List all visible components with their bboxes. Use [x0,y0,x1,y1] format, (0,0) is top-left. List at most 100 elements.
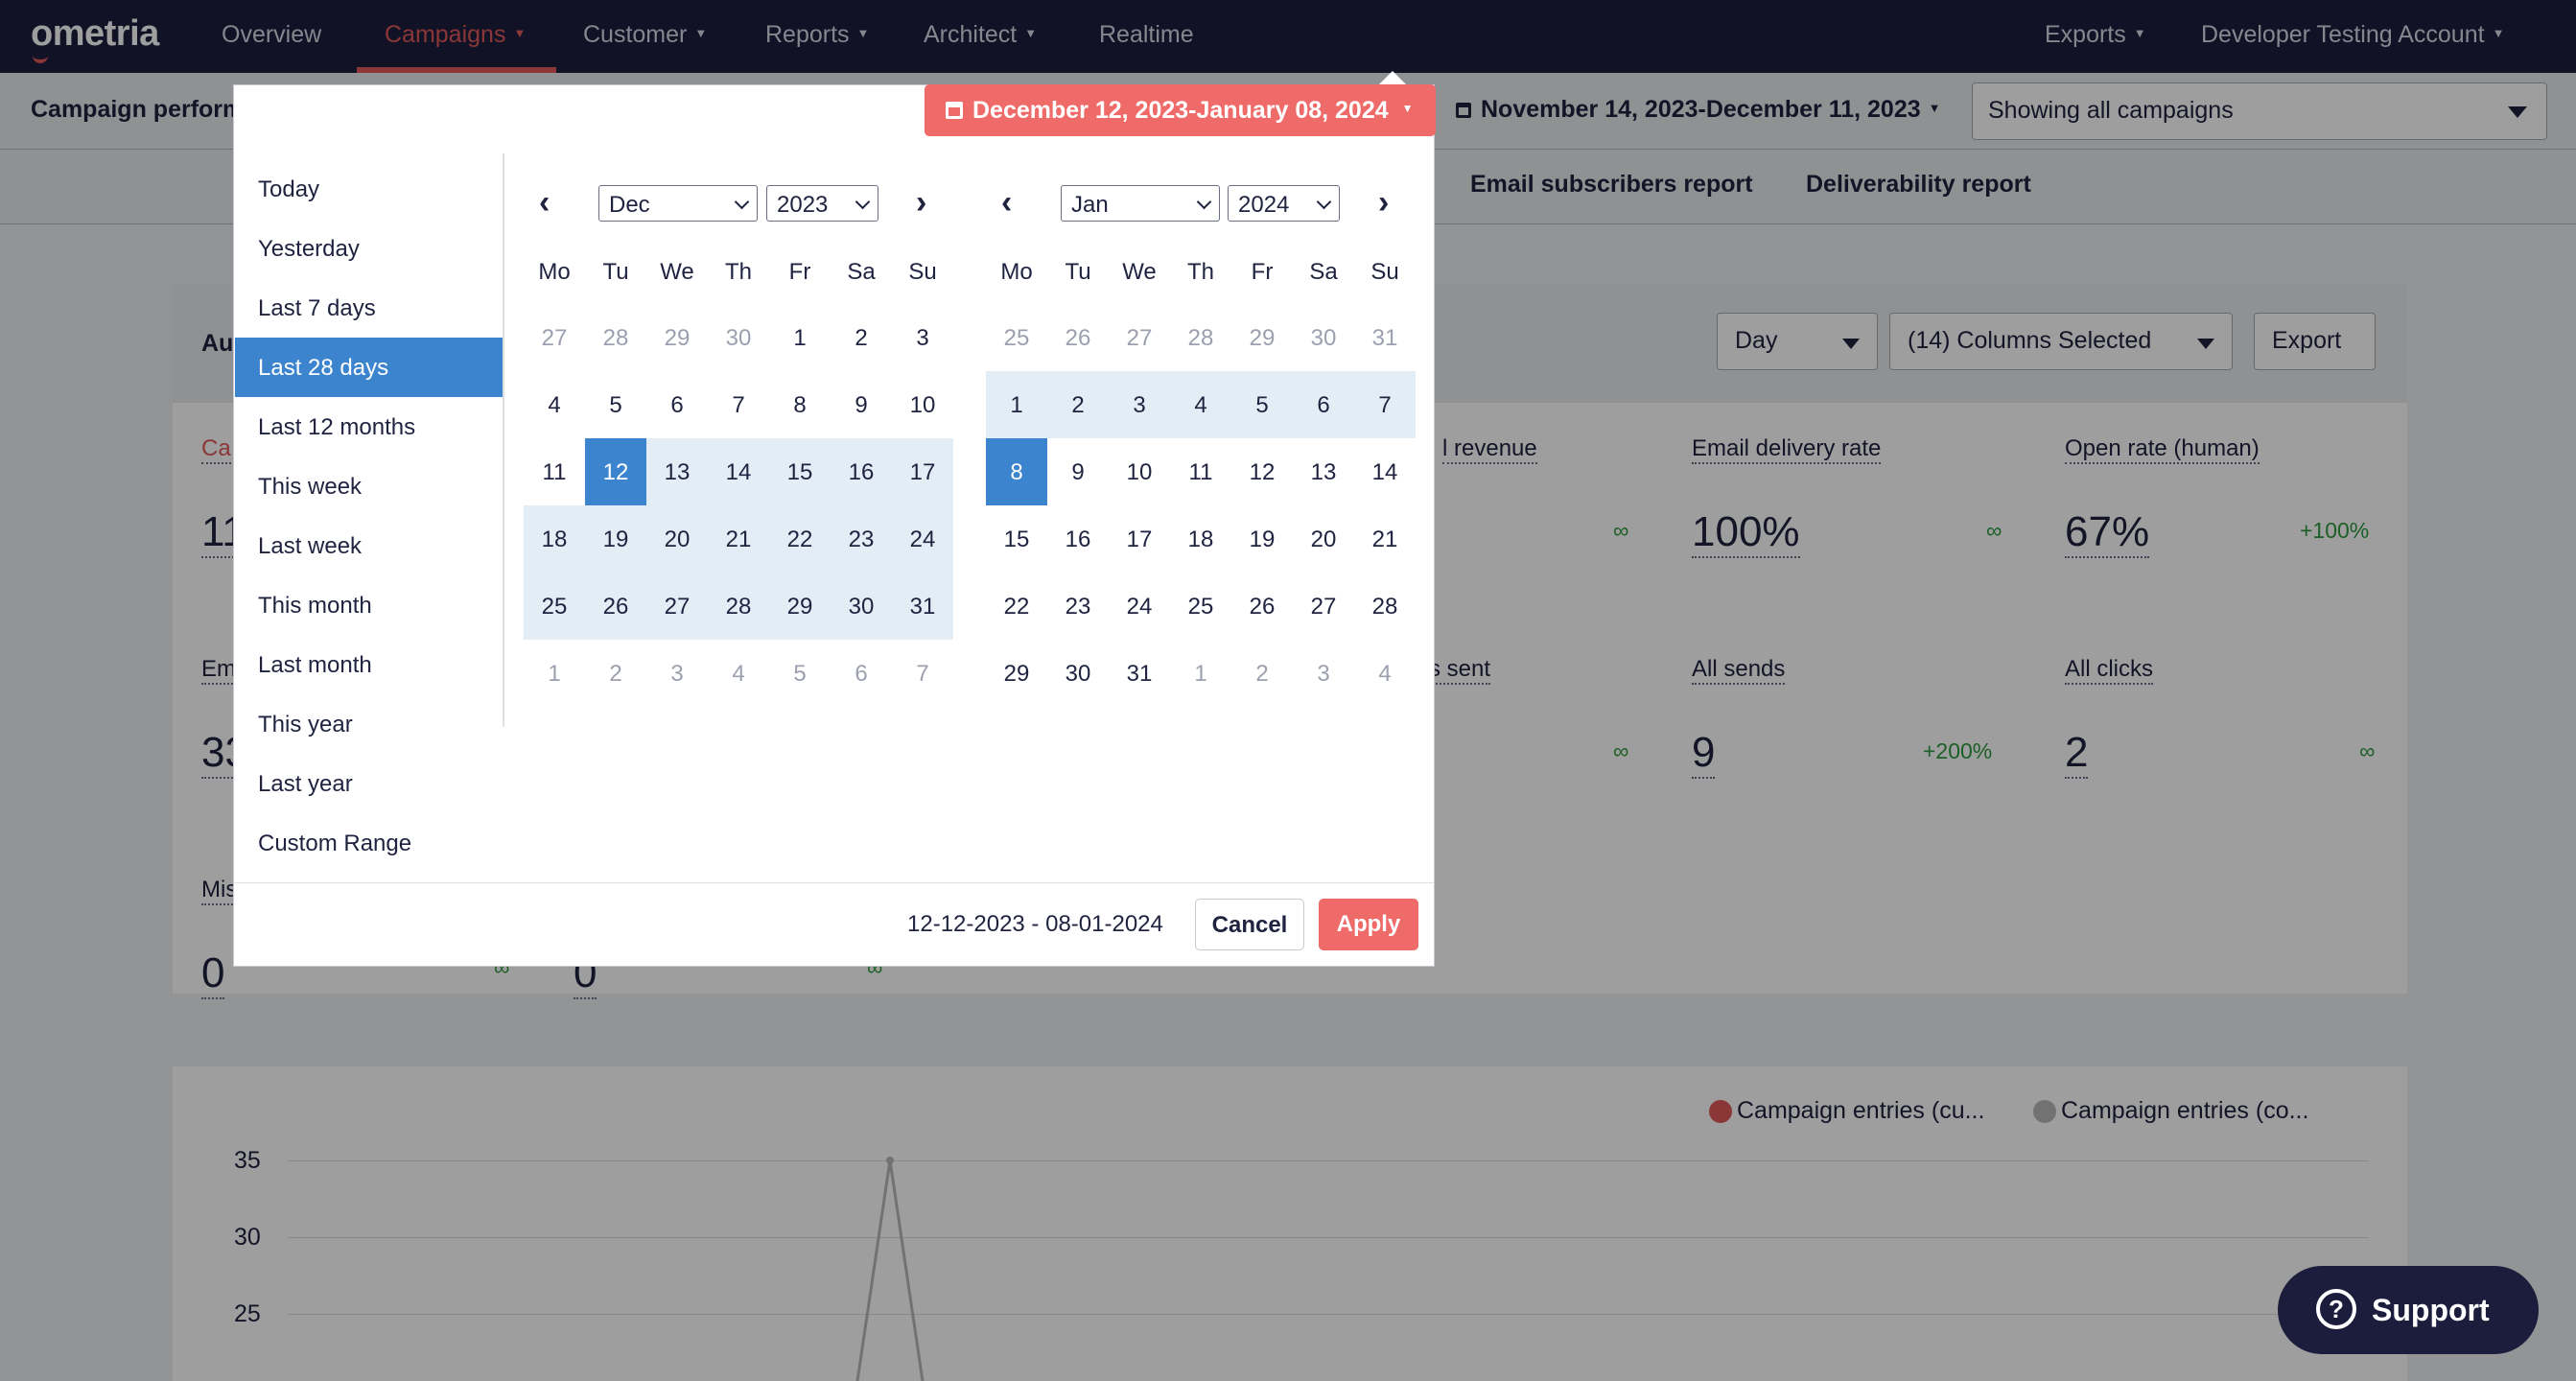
calendar-day[interactable]: 21 [708,505,769,573]
calendar-day[interactable]: 4 [524,371,585,438]
calendar-day[interactable]: 9 [831,371,892,438]
selected-range-summary: 12-12-2023 - 08-01-2024 [907,911,1163,937]
calendar-day[interactable]: 17 [1109,505,1170,573]
calendar-day[interactable]: 3 [1109,371,1170,438]
calendar-day: 5 [793,661,807,687]
calendar-day[interactable]: 7 [1354,371,1416,438]
calendar-day[interactable]: 30 [1047,640,1109,707]
calendar-day[interactable]: 25 [524,573,585,640]
preset-range-item[interactable]: Last 12 months [235,397,503,456]
left-month-select[interactable]: Dec [598,185,758,222]
calendar-day[interactable]: 28 [1354,573,1416,640]
left-year-select[interactable]: 2023 [766,185,878,222]
preset-range-item[interactable]: This year [235,694,503,754]
calendar-day[interactable]: 14 [1354,438,1416,505]
calendar-day[interactable]: 31 [1109,640,1170,707]
right-year-select[interactable]: 2024 [1228,185,1340,222]
calendar-day[interactable]: 30 [831,573,892,640]
calendar-day: 31 [1371,325,1398,351]
calendar-day[interactable]: 4 [1170,371,1231,438]
preset-range-item[interactable]: Last month [235,635,503,694]
preset-range-item[interactable]: Last 7 days [235,278,503,338]
ranges-divider [503,153,504,727]
calendar-day[interactable]: 21 [1354,505,1416,573]
calendar-day[interactable]: 10 [1109,438,1170,505]
calendar-day[interactable]: 16 [1047,505,1109,573]
calendar-day[interactable]: 13 [646,438,708,505]
calendar-day[interactable]: 25 [1170,573,1231,640]
calendar-day[interactable]: 5 [1231,371,1293,438]
next-month-button[interactable]: › [916,184,926,222]
calendar-day[interactable]: 10 [892,371,953,438]
calendar-day[interactable]: 8 [769,371,831,438]
cancel-button[interactable]: Cancel [1195,899,1304,950]
calendar-day[interactable]: 19 [585,505,646,573]
calendar-day[interactable]: 27 [646,573,708,640]
preset-range-item[interactable]: Custom Range [235,813,503,873]
calendar-day[interactable]: 24 [892,505,953,573]
calendar-day[interactable]: 26 [585,573,646,640]
apply-button[interactable]: Apply [1319,899,1418,950]
calendar-day[interactable]: 14 [708,438,769,505]
calendar-day[interactable]: 28 [708,573,769,640]
calendar-day[interactable]: 24 [1109,573,1170,640]
calendar-day[interactable]: 9 [1047,438,1109,505]
calendar-day[interactable]: 29 [769,573,831,640]
preset-range-item[interactable]: Last 28 days [235,338,503,397]
calendar-day[interactable]: 16 [831,438,892,505]
caret-down-icon: ▼ [1401,102,1414,116]
calendar-day[interactable]: 2 [831,304,892,371]
weekday-header: Tu [1065,259,1091,285]
next-month-button-right[interactable]: › [1378,184,1389,222]
calendar-day[interactable]: 3 [892,304,953,371]
right-month-select[interactable]: Jan [1061,185,1220,222]
preset-range-item[interactable]: This week [235,456,503,516]
chevron-right-icon: › [916,184,927,221]
calendar-day[interactable]: 22 [986,573,1047,640]
calendar-day[interactable]: 7 [708,371,769,438]
calendar-day[interactable]: 31 [892,573,953,640]
preset-range-item[interactable]: Today [235,159,503,219]
calendar-day[interactable]: 23 [831,505,892,573]
calendar-day: 27 [1126,325,1153,351]
calendar-day[interactable]: 20 [646,505,708,573]
calendar-day[interactable]: 15 [769,438,831,505]
calendar-day[interactable]: 23 [1047,573,1109,640]
calendar-day[interactable]: 22 [769,505,831,573]
calendar-day[interactable]: 8 [986,438,1047,505]
calendar-day[interactable]: 29 [986,640,1047,707]
picker-footer-divider [234,882,1434,883]
calendar-day: 6 [855,661,868,687]
preset-range-item[interactable]: This month [235,575,503,635]
preset-range-item[interactable]: Yesterday [235,219,503,278]
calendar-day: 2 [1255,661,1269,687]
calendar-day[interactable]: 11 [1170,438,1231,505]
calendar-day[interactable]: 18 [1170,505,1231,573]
support-button[interactable]: ? Support [2278,1266,2539,1354]
calendar-day: 30 [725,325,752,351]
prev-month-button[interactable]: ‹ [539,184,550,222]
prev-month-button-right[interactable]: ‹ [1001,184,1012,222]
calendar-day[interactable]: 6 [1293,371,1354,438]
calendar-day[interactable]: 15 [986,505,1047,573]
calendar-day: 28 [602,325,629,351]
calendar-day[interactable]: 20 [1293,505,1354,573]
calendar-day[interactable]: 19 [1231,505,1293,573]
date-range-trigger[interactable]: December 12, 2023-January 08, 2024 ▼ [925,84,1436,136]
calendar-day[interactable]: 13 [1293,438,1354,505]
calendar-day[interactable]: 6 [646,371,708,438]
calendar-day[interactable]: 1 [769,304,831,371]
calendar-day: 26 [1065,325,1091,351]
calendar-day[interactable]: 12 [1231,438,1293,505]
calendar-day[interactable]: 11 [524,438,585,505]
calendar-day[interactable]: 18 [524,505,585,573]
preset-range-item[interactable]: Last year [235,754,503,813]
calendar-day[interactable]: 2 [1047,371,1109,438]
calendar-day[interactable]: 1 [986,371,1047,438]
calendar-day[interactable]: 12 [585,438,646,505]
calendar-day[interactable]: 5 [585,371,646,438]
calendar-day[interactable]: 27 [1293,573,1354,640]
preset-range-item[interactable]: Last week [235,516,503,575]
calendar-day[interactable]: 17 [892,438,953,505]
calendar-day[interactable]: 26 [1231,573,1293,640]
